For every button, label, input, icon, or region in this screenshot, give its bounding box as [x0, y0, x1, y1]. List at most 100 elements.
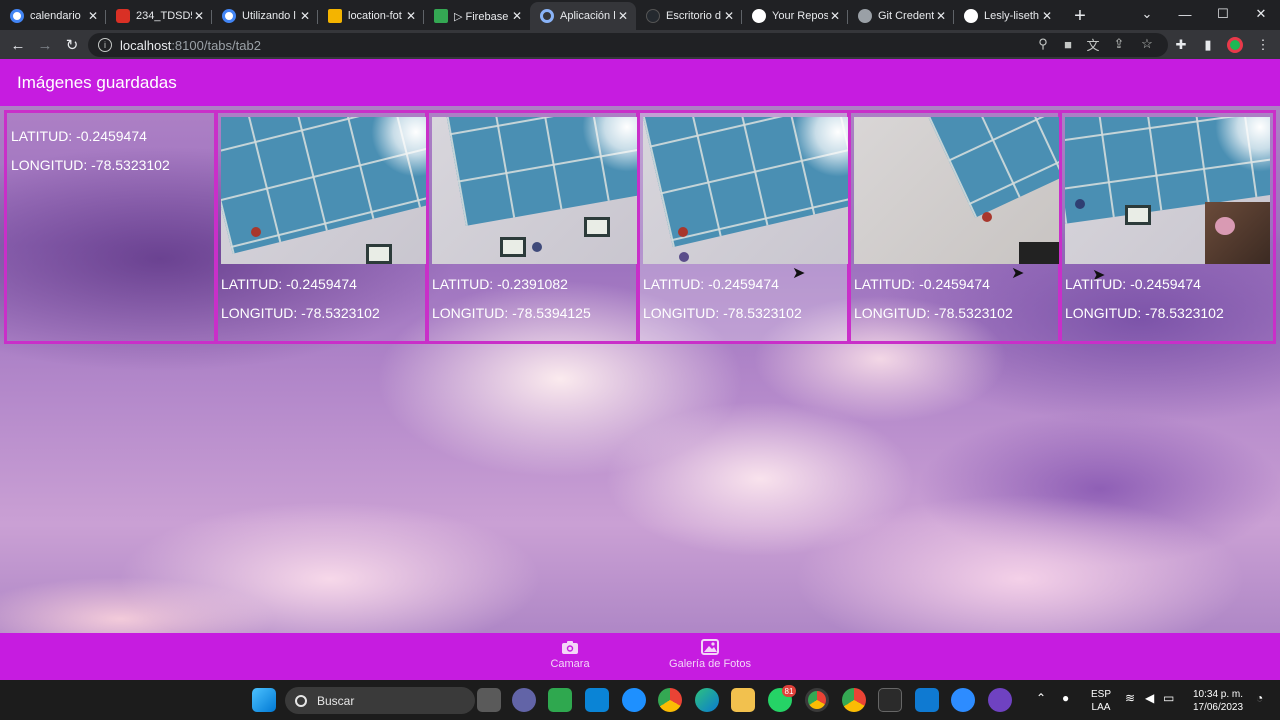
longitude-text: LONGITUD: -78.5394125 — [432, 305, 591, 321]
zoom-icon[interactable] — [951, 688, 975, 712]
chrome-icon[interactable] — [658, 688, 682, 712]
back-button[interactable]: ← — [6, 33, 30, 57]
windows-start-icon[interactable] — [252, 688, 276, 712]
maximize-button[interactable]: ☐ — [1203, 0, 1243, 28]
close-tab-icon[interactable]: ✕ — [510, 9, 524, 23]
input-language[interactable]: ESP LAA — [1088, 688, 1114, 714]
longitude-text: LONGITUD: -78.5323102 — [854, 305, 1013, 321]
browser-toolbar: ← → ↻ i localhost:8100/tabs/tab2 ⚲ ■ 文 ⇪… — [0, 30, 1280, 59]
saved-photo[interactable] — [854, 117, 1059, 264]
forward-button[interactable]: → — [33, 33, 57, 57]
show-hidden-icons[interactable]: ⌃ — [1036, 692, 1046, 705]
browser-tab-active[interactable]: Aplicación l ✕ — [530, 2, 636, 30]
share-icon[interactable]: ⇪ — [1110, 35, 1128, 53]
longitude-text: LONGITUD: -78.5323102 — [643, 305, 802, 321]
file-explorer-icon[interactable] — [731, 688, 755, 712]
site-info-icon[interactable]: i — [98, 38, 112, 52]
profile-avatar[interactable] — [1226, 36, 1244, 54]
location-pin-icon[interactable]: ⚲ — [1034, 35, 1052, 53]
photo-card[interactable]: ➤ LATITUD: -0.2459474 LONGITUD: -78.5323… — [1062, 113, 1273, 341]
close-tab-icon[interactable]: ✕ — [828, 9, 842, 23]
browser-tab[interactable]: Lesly-liseth, ✕ — [954, 2, 1060, 30]
close-tab-icon[interactable]: ✕ — [722, 9, 736, 23]
github-desktop-icon[interactable] — [988, 688, 1012, 712]
close-tab-icon[interactable]: ✕ — [86, 9, 100, 23]
google-icon — [222, 9, 236, 23]
edge-icon[interactable] — [695, 688, 719, 712]
windows-taskbar: Buscar 81 ⌃ ● ESP LAA ≋ ◀ ▭ 10:34 p. m. … — [0, 680, 1280, 720]
photo-card[interactable]: LATITUD: -0.2459474 LONGITUD: -78.532310… — [7, 113, 218, 341]
close-tab-icon[interactable]: ✕ — [1040, 9, 1054, 23]
tab-gallery-label: Galería de Fotos — [669, 658, 751, 670]
longitude-text: LONGITUD: -78.5323102 — [221, 305, 380, 321]
github-icon — [752, 9, 766, 23]
photo-card[interactable]: ➤ LATITUD: -0.2459474 LONGITUD: -78.5323… — [640, 113, 851, 341]
longitude-text: LONGITUD: -78.5323102 — [11, 157, 170, 173]
new-tab-button[interactable]: + — [1066, 2, 1094, 30]
photo-card[interactable]: LATITUD: -0.2391082 LONGITUD: -78.539412… — [429, 113, 640, 341]
close-tab-icon[interactable]: ✕ — [192, 9, 206, 23]
browser-tab[interactable]: 234_TDSD5 ✕ — [106, 2, 212, 30]
app-header: Imágenes guardadas — [0, 59, 1280, 106]
saved-photo[interactable] — [1065, 117, 1270, 264]
search-icon — [295, 694, 307, 707]
notifications-icon[interactable]: ◔ — [1256, 692, 1263, 705]
browser-tab[interactable]: Utilizando l ✕ — [212, 2, 318, 30]
close-tab-icon[interactable]: ✕ — [404, 9, 418, 23]
saved-photo[interactable] — [221, 117, 426, 264]
github-icon — [964, 9, 978, 23]
saved-photo[interactable] — [432, 117, 637, 264]
translate-icon[interactable]: 文 — [1084, 35, 1102, 53]
widgets-icon[interactable] — [548, 688, 572, 712]
latitude-text: LATITUD: -0.2459474 — [221, 276, 357, 292]
latitude-text: LATITUD: -0.2459474 — [643, 276, 779, 292]
longitude-text: LONGITUD: -78.5323102 — [1065, 305, 1224, 321]
close-tab-icon[interactable]: ✕ — [934, 9, 948, 23]
close-tab-icon[interactable]: ✕ — [616, 9, 630, 23]
tab-camera[interactable]: Camara — [510, 639, 630, 677]
browser-tab[interactable]: calendario ✕ — [0, 2, 106, 30]
chrome-icon[interactable] — [805, 688, 829, 712]
volume-icon[interactable]: ◀ — [1145, 692, 1154, 705]
latitude-text: LATITUD: -0.2391082 — [432, 276, 568, 292]
battery-icon[interactable]: ▭ — [1163, 692, 1174, 705]
extensions-icon[interactable]: ✚ — [1172, 36, 1190, 54]
menu-kebab-icon[interactable]: ⋮ — [1254, 36, 1272, 54]
tab-camera-label: Camara — [550, 658, 590, 670]
app-icon[interactable] — [622, 688, 646, 712]
browser-tab[interactable]: ▷ Firebase ✕ — [424, 2, 530, 30]
google-icon — [10, 9, 24, 23]
reload-button[interactable]: ↻ — [60, 33, 84, 57]
browser-tab[interactable]: Git Credent ✕ — [848, 2, 954, 30]
saved-images-grid: LATITUD: -0.2459474 LONGITUD: -78.532310… — [4, 110, 1276, 344]
microphone-icon[interactable]: ● — [1062, 692, 1069, 705]
ms-store-icon[interactable] — [585, 688, 609, 712]
close-window-button[interactable]: ✕ — [1241, 0, 1280, 28]
site-icon — [116, 9, 130, 23]
photo-card[interactable]: ➤ LATITUD: -0.2459474 LONGITUD: -78.5323… — [851, 113, 1062, 341]
tab-gallery[interactable]: Galería de Fotos — [650, 639, 770, 677]
terminal-icon[interactable] — [878, 688, 902, 712]
side-panel-icon[interactable]: ▮ — [1199, 36, 1217, 54]
chrome-profile-icon[interactable] — [842, 688, 866, 712]
close-tab-icon[interactable]: ✕ — [298, 9, 312, 23]
saved-photo[interactable] — [643, 117, 848, 264]
latitude-text: LATITUD: -0.2459474 — [11, 128, 147, 144]
vscode-icon[interactable] — [915, 688, 939, 712]
tab-search-icon[interactable]: ⌄ — [1127, 0, 1167, 28]
task-view-icon[interactable] — [477, 688, 501, 712]
wifi-icon[interactable]: ≋ — [1125, 692, 1135, 705]
camera-permission-icon[interactable]: ■ — [1059, 35, 1077, 53]
teams-chat-icon[interactable] — [512, 688, 536, 712]
taskbar-search[interactable]: Buscar — [285, 687, 475, 714]
photo-card[interactable]: LATITUD: -0.2459474 LONGITUD: -78.532310… — [218, 113, 429, 341]
clock[interactable]: 10:34 p. m. 17/06/2023 — [1186, 688, 1250, 714]
bookmark-star-icon[interactable]: ☆ — [1138, 35, 1156, 53]
browser-tab-strip: calendario ✕ 234_TDSD5 ✕ Utilizando l ✕ lo… — [0, 0, 1280, 30]
browser-tab[interactable]: location-fot ✕ — [318, 2, 424, 30]
globe-icon — [858, 9, 872, 23]
browser-tab[interactable]: Your Reposi ✕ — [742, 2, 848, 30]
minimize-button[interactable]: — — [1165, 0, 1205, 28]
browser-tab[interactable]: Escritorio d ✕ — [636, 2, 742, 30]
address-bar[interactable]: i localhost:8100/tabs/tab2 — [88, 33, 1168, 57]
